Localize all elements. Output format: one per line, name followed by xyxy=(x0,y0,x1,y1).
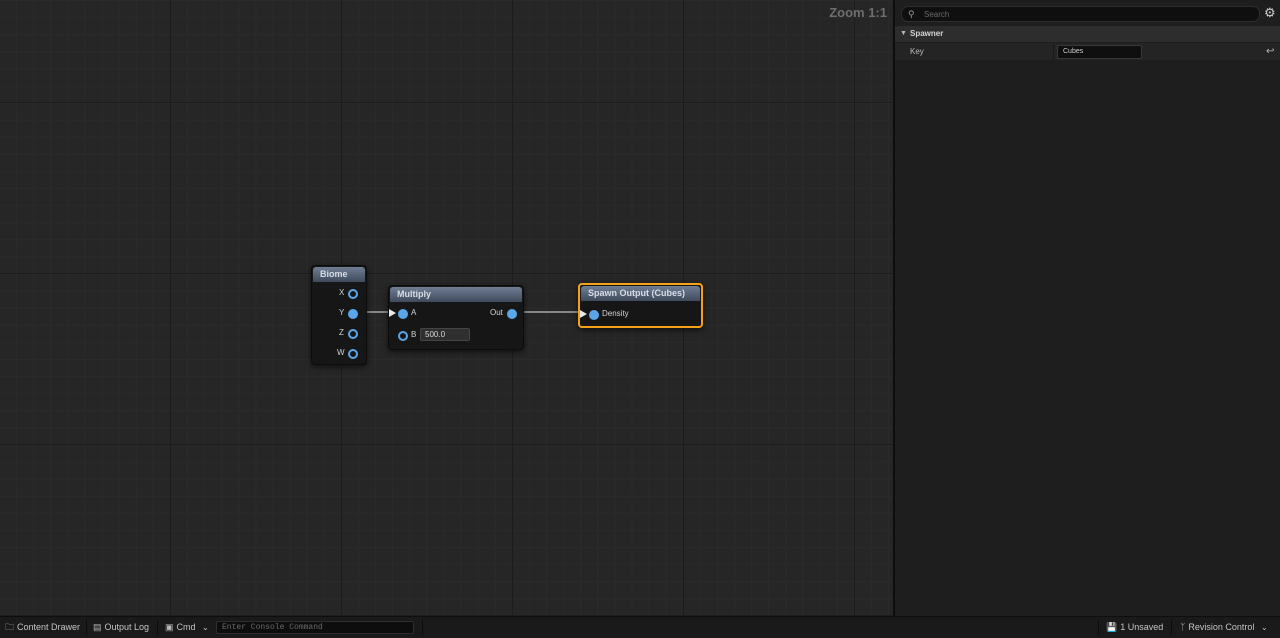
biome-node[interactable]: Biome X Y Z W xyxy=(311,265,367,365)
biome-pin-x[interactable] xyxy=(348,289,358,299)
multiply-pin-b-label: B xyxy=(411,330,417,339)
details-search-input[interactable] xyxy=(924,8,1244,20)
output-log-label: Output Log xyxy=(104,622,150,632)
property-row-key: Key Cubes ↩ xyxy=(895,43,1280,60)
multiply-node-title: Multiply xyxy=(390,287,522,302)
unsaved-button[interactable]: 💾 1 Unsaved xyxy=(1106,617,1163,638)
property-splitter[interactable] xyxy=(1053,43,1054,60)
caret-down-icon: ▼ xyxy=(900,30,907,37)
biome-pin-z[interactable] xyxy=(348,329,358,339)
terminal-icon: ▣ xyxy=(165,622,174,632)
separator xyxy=(1171,620,1172,635)
multiply-b-value[interactable]: 500.0 xyxy=(420,328,470,341)
folder-icon: 🗀 xyxy=(5,622,15,632)
separator xyxy=(422,620,423,635)
content-drawer-button[interactable]: 🗀 Content Drawer xyxy=(5,617,80,638)
multiply-pin-a[interactable] xyxy=(398,309,408,319)
biome-pin-x-label: X xyxy=(339,288,345,297)
property-name: Key xyxy=(910,47,924,56)
separator xyxy=(86,620,87,635)
cmd-dropdown[interactable]: ▣ Cmd ⌄ xyxy=(165,617,209,638)
biome-node-title: Biome xyxy=(313,267,365,282)
multiply-input-a-arrow xyxy=(389,309,396,317)
spawn-output-node-title: Spawn Output (Cubes) xyxy=(581,286,700,301)
graph-canvas[interactable]: Zoom 1:1 Biome X Y Z W Multiply A Out B … xyxy=(0,0,893,616)
output-log-button[interactable]: ▤ Output Log xyxy=(93,617,149,638)
biome-pin-w-label: W xyxy=(337,348,345,357)
category-spawner[interactable]: ▼ Spawner xyxy=(895,26,1280,42)
spawn-pin-density-label: Density xyxy=(602,309,629,318)
biome-pin-y-label: Y xyxy=(339,308,345,317)
revision-control-label: Revision Control xyxy=(1188,622,1255,632)
details-search-bar[interactable]: ⚲ xyxy=(901,6,1260,22)
spawn-pin-density[interactable] xyxy=(589,310,599,320)
branch-icon: ᛉ xyxy=(1180,622,1186,632)
cmd-label: Cmd xyxy=(176,622,196,632)
content-drawer-label: Content Drawer xyxy=(17,622,81,632)
biome-pin-w[interactable] xyxy=(348,349,358,359)
multiply-pin-a-label: A xyxy=(411,308,417,317)
multiply-pin-out-label: Out xyxy=(490,308,503,317)
reset-arrow-icon[interactable]: ↩ xyxy=(1266,43,1274,60)
category-label: Spawner xyxy=(910,29,944,38)
unsaved-label: 1 Unsaved xyxy=(1120,622,1164,632)
chevron-down-icon: ⌄ xyxy=(202,623,209,632)
status-bar: 🗀Content Drawer ▤Output Log ▣Cmd ⌄ 💾1 Un… xyxy=(0,616,1280,638)
property-value-field[interactable]: Cubes xyxy=(1057,45,1142,59)
console-command-input[interactable] xyxy=(216,621,414,634)
save-icon: 💾 xyxy=(1106,622,1118,632)
gear-icon[interactable]: ⚙ xyxy=(1264,5,1276,20)
spawn-input-arrow xyxy=(580,310,587,318)
multiply-pin-b[interactable] xyxy=(398,331,408,341)
biome-pin-y[interactable] xyxy=(348,309,358,319)
log-icon: ▤ xyxy=(93,622,102,632)
spawn-output-node[interactable]: Spawn Output (Cubes) Density xyxy=(578,283,703,328)
revision-control-button[interactable]: ᛉ Revision Control ⌄ xyxy=(1180,617,1268,638)
search-icon: ⚲ xyxy=(908,9,915,19)
separator xyxy=(157,620,158,635)
multiply-node[interactable]: Multiply A Out B 500.0 xyxy=(388,285,524,350)
multiply-pin-out[interactable] xyxy=(507,309,517,319)
biome-pin-z-label: Z xyxy=(339,328,344,337)
separator xyxy=(1098,620,1099,635)
details-panel: ⚲ ⚙ ▼ Spawner Key Cubes ↩ xyxy=(895,0,1280,616)
chevron-down-icon: ⌄ xyxy=(1260,623,1268,632)
